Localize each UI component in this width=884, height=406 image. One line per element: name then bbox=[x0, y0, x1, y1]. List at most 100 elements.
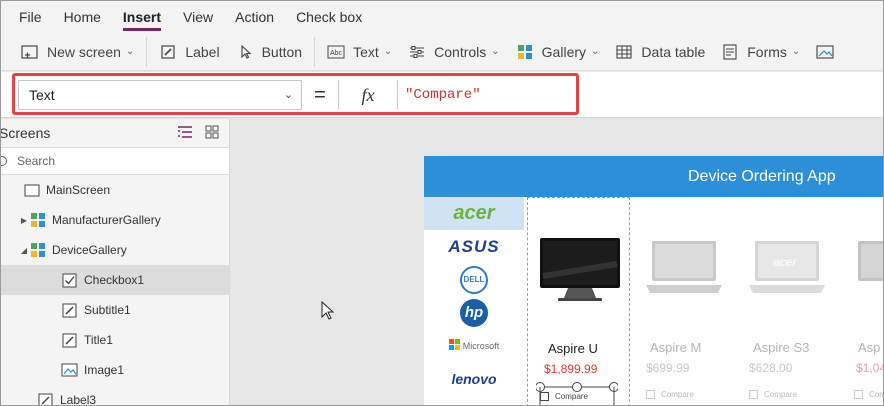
manufacturer-hp[interactable]: hp bbox=[424, 296, 524, 329]
checkbox-box[interactable] bbox=[749, 390, 758, 399]
media-menu-button[interactable] bbox=[808, 33, 850, 71]
menu-bar: File Home Insert View Action Check box bbox=[1, 1, 883, 33]
pointer-icon bbox=[236, 44, 254, 60]
powerapps-studio-window: File Home Insert View Action Check box N… bbox=[0, 0, 884, 406]
data-table-button[interactable]: Data table bbox=[607, 33, 713, 71]
formula-input[interactable]: "Compare" bbox=[399, 80, 883, 110]
device-price: $1,899.99 bbox=[544, 362, 598, 376]
menu-action[interactable]: Action bbox=[235, 1, 274, 33]
laptop-image bbox=[644, 239, 724, 306]
tree-item-image1[interactable]: Image1 bbox=[1, 355, 229, 385]
fx-icon[interactable]: fx bbox=[338, 80, 398, 110]
chevron-down-icon: ⌄ bbox=[125, 46, 135, 57]
device-price: $699.99 bbox=[646, 361, 690, 375]
new-screen-label: New screen bbox=[47, 43, 121, 60]
tree-item-checkbox1[interactable]: Checkbox1 bbox=[1, 265, 229, 295]
checkbox-box[interactable] bbox=[854, 390, 863, 399]
menu-file[interactable]: File bbox=[19, 1, 42, 33]
tree-item-title1[interactable]: Title1 bbox=[1, 325, 229, 355]
microsoft-logo-text: Microsoft bbox=[462, 340, 500, 351]
svg-text:Abc: Abc bbox=[330, 50, 343, 57]
menu-insert[interactable]: Insert bbox=[122, 1, 162, 33]
tree-view-icon[interactable] bbox=[177, 125, 193, 142]
tree-item-label: Title1 bbox=[84, 333, 113, 347]
forms-menu-label: Forms bbox=[747, 43, 787, 60]
manufacturer-asus[interactable]: ASUS bbox=[424, 230, 524, 263]
manufacturer-acer[interactable]: acer bbox=[424, 197, 524, 230]
gallery-menu-button[interactable]: Gallery ⌄ bbox=[508, 33, 608, 71]
image-icon bbox=[61, 363, 78, 378]
manufacturer-lenovo[interactable]: lenovo bbox=[424, 362, 524, 395]
label-icon bbox=[37, 393, 54, 405]
device-price: $628.00 bbox=[749, 361, 793, 375]
app-screen-preview[interactable]: Device Ordering App acer ASUS DELL hp Mi… bbox=[424, 156, 884, 405]
tree-item-label: Checkbox1 bbox=[84, 273, 145, 287]
chevron-down-icon: ⌄ bbox=[791, 46, 801, 57]
chevron-down-icon: ⌄ bbox=[383, 46, 393, 57]
menu-home[interactable]: Home bbox=[64, 1, 101, 33]
compare-checkbox[interactable]: Compare bbox=[854, 390, 883, 399]
image-icon bbox=[816, 44, 834, 60]
screens-tree: MainScreen ▶ ManufacturerGallery ◢ DeviceGal… bbox=[1, 175, 229, 405]
mouse-cursor-icon bbox=[321, 300, 335, 326]
screen-icon bbox=[23, 183, 40, 198]
screens-search-input[interactable]: Search bbox=[1, 147, 229, 175]
checkbox-box[interactable] bbox=[540, 392, 549, 401]
checkbox-label: Compare bbox=[869, 390, 883, 399]
manufacturer-microsoft[interactable]: Microsoft bbox=[424, 329, 524, 362]
collapse-arrow-icon[interactable]: ◢ bbox=[19, 246, 29, 255]
device-card[interactable]: acer Aspire S3 $628.00 Compare bbox=[733, 197, 836, 405]
toolbar-divider bbox=[146, 36, 148, 67]
tree-item-label: Image1 bbox=[84, 363, 125, 377]
device-price: $1,04 bbox=[856, 361, 884, 375]
equals-sign: = bbox=[314, 84, 326, 106]
gallery-icon bbox=[29, 213, 46, 228]
checkbox1[interactable]: Compare bbox=[540, 392, 588, 401]
dell-logo: DELL bbox=[460, 265, 488, 294]
tree-item-devicegallery[interactable]: ◢ DeviceGallery bbox=[1, 235, 229, 265]
dell-logo-text: DELL bbox=[463, 275, 485, 284]
controls-menu-button[interactable]: Controls ⌄ bbox=[400, 33, 508, 71]
manufacturer-gallery[interactable]: acer ASUS DELL hp Microsoft lenovo bbox=[424, 197, 524, 405]
chevron-down-icon: ⌄ bbox=[491, 46, 500, 57]
new-screen-button[interactable]: New screen ⌄ bbox=[13, 33, 142, 71]
text-input-icon: Abc bbox=[327, 44, 345, 60]
toolbar-divider bbox=[314, 36, 316, 67]
search-placeholder: Search bbox=[17, 154, 56, 168]
tree-item-subtitle1[interactable]: Subtitle1 bbox=[1, 295, 229, 325]
manufacturer-dell[interactable]: DELL bbox=[424, 263, 524, 296]
checkbox-box[interactable] bbox=[646, 390, 655, 399]
hp-logo-text: hp bbox=[464, 304, 484, 321]
new-screen-icon bbox=[21, 44, 39, 60]
expand-arrow-icon[interactable]: ▶ bbox=[19, 216, 29, 225]
menu-check-box[interactable]: Check box bbox=[296, 1, 362, 33]
tree-item-mainscreen[interactable]: MainScreen bbox=[1, 175, 229, 205]
device-card[interactable]: Aspire M $699.99 Compare bbox=[630, 197, 733, 405]
device-card[interactable]: Asp $1,04 Compare bbox=[836, 197, 884, 405]
design-canvas[interactable]: Device Ordering App acer ASUS DELL hp Mi… bbox=[231, 119, 884, 405]
button-button-text: Button bbox=[261, 43, 303, 60]
app-title: Device Ordering App bbox=[688, 168, 836, 185]
label-button[interactable]: Label bbox=[151, 33, 227, 71]
text-menu-button[interactable]: Abc Text ⌄ bbox=[319, 33, 400, 71]
gallery-icon bbox=[516, 44, 534, 60]
asus-logo: ASUS bbox=[448, 236, 500, 256]
device-card[interactable]: Aspire U $1,899.99 Compare bbox=[527, 197, 630, 405]
thumbnail-view-icon[interactable] bbox=[205, 125, 219, 142]
forms-menu-button[interactable]: Forms ⌄ bbox=[713, 33, 808, 71]
screens-panel-header: Screens bbox=[1, 119, 229, 147]
compare-checkbox[interactable]: Compare bbox=[749, 390, 797, 399]
menu-view[interactable]: View bbox=[183, 1, 213, 33]
data-table-label: Data table bbox=[641, 43, 706, 60]
compare-checkbox[interactable]: Compare bbox=[646, 390, 694, 399]
label-icon bbox=[159, 44, 177, 60]
tree-item-label3[interactable]: Label3 bbox=[1, 385, 229, 405]
tree-item-manufacturergallery[interactable]: ▶ ManufacturerGallery bbox=[1, 205, 229, 235]
checkbox-icon bbox=[61, 273, 78, 288]
sliders-icon bbox=[408, 44, 426, 60]
laptop-image bbox=[850, 239, 883, 306]
device-name: Aspire M bbox=[650, 340, 702, 355]
insert-toolbar: New screen ⌄ Label Button Abc Text ⌄ Con… bbox=[1, 33, 883, 71]
button-button[interactable]: Button bbox=[228, 33, 310, 71]
property-dropdown[interactable]: Text ⌄ bbox=[18, 80, 302, 110]
